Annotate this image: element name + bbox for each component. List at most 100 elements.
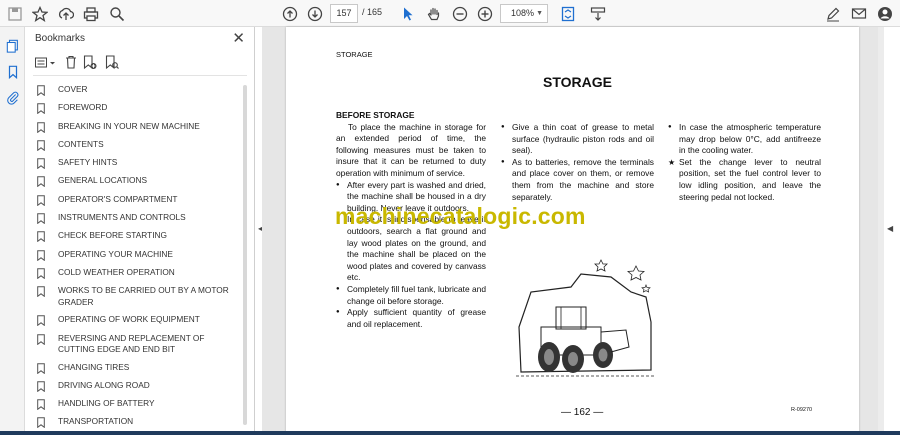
- comment-icon[interactable]: [849, 4, 869, 24]
- bookmark-item[interactable]: COLD WEATHER OPERATION: [37, 264, 242, 282]
- bookmark-icon: [37, 249, 45, 261]
- bookmark-icon: [37, 362, 45, 374]
- bookmark-icon: [37, 333, 45, 345]
- bookmark-icon: [37, 381, 45, 392]
- bookmark-item[interactable]: WORKS TO BE CARRIED OUT BY A MOTOR GRADE…: [37, 282, 242, 311]
- panel-title: Bookmarks: [35, 33, 86, 44]
- bookmark-icon: [37, 286, 45, 298]
- bookmark-icon: [37, 417, 45, 429]
- upload-icon[interactable]: [56, 4, 76, 24]
- bookmarks-panel-icon[interactable]: [4, 63, 21, 80]
- navigation-rail: [0, 27, 25, 435]
- bookmark-label: CONTENTS: [58, 138, 104, 149]
- bookmark-label: COLD WEATHER OPERATION: [58, 266, 175, 277]
- bookmark-item[interactable]: INSTRUMENTS AND CONTROLS: [37, 209, 242, 227]
- list-item: In case the atmospheric temperature may …: [668, 122, 821, 157]
- bookmark-label: OPERATING YOUR MACHINE: [58, 248, 173, 259]
- page-number-input[interactable]: 157: [330, 4, 358, 23]
- select-cursor-icon[interactable]: [398, 4, 418, 24]
- bookmark-item[interactable]: BREAKING IN YOUR NEW MACHINE: [37, 118, 242, 136]
- print-icon[interactable]: [81, 4, 101, 24]
- bookmark-item[interactable]: HANDLING OF BATTERY: [37, 395, 242, 413]
- machine-storage-illustration: [516, 259, 656, 377]
- bookmark-label: WORKS TO BE CARRIED OUT BY A MOTOR GRADE…: [58, 285, 229, 307]
- bookmark-item[interactable]: DRIVING ALONG ROAD: [37, 377, 242, 395]
- bookmarks-toolbar: [33, 54, 248, 72]
- subheading: BEFORE STORAGE: [336, 110, 415, 120]
- list-item: Give a thin coat of grease to metal surf…: [501, 122, 654, 157]
- top-toolbar: 157 / 165 108% ▼: [0, 0, 900, 27]
- zoom-value: 108%: [511, 8, 535, 18]
- save-icon[interactable]: [5, 4, 25, 24]
- scroll-mode-icon[interactable]: [588, 4, 608, 24]
- new-bookmark-icon[interactable]: [83, 55, 97, 70]
- star-note: ★ Set the change lever to neutral positi…: [668, 157, 821, 203]
- collapse-right-panel-icon[interactable]: ◀: [887, 224, 893, 233]
- page-up-icon[interactable]: [280, 4, 300, 24]
- bookmark-item[interactable]: FOREWORD: [37, 99, 242, 117]
- bookmark-label: INSTRUMENTS AND CONTROLS: [58, 212, 186, 223]
- bookmark-item[interactable]: OPERATING YOUR MACHINE: [37, 246, 242, 264]
- list-item: Apply sufficient quantity of grease and …: [336, 307, 486, 330]
- bookmarks-panel: Bookmarks ✕ COVER FOREWORD BREAKING IN YOU…: [25, 27, 255, 435]
- bookmark-icon: [37, 268, 45, 279]
- running-header: STORAGE: [336, 50, 373, 59]
- page-title: STORAGE: [543, 74, 612, 90]
- options-menu-icon[interactable]: [35, 57, 57, 69]
- figure-code: R-09270: [791, 407, 813, 413]
- watermark: machinecatalogic.com: [335, 203, 586, 229]
- bookmark-icon: [37, 158, 45, 170]
- bookmark-item[interactable]: SAFETY HINTS: [37, 154, 242, 172]
- bookmark-label: SAFETY HINTS: [58, 157, 118, 168]
- delete-icon[interactable]: [65, 55, 77, 69]
- page-thumbnails-icon[interactable]: [4, 37, 21, 54]
- bookmark-label: CHECK BEFORE STARTING: [58, 230, 167, 241]
- bookmark-icon: [37, 399, 45, 411]
- bookmark-item[interactable]: OPERATOR'S COMPARTMENT: [37, 191, 242, 209]
- bookmark-icon: [37, 103, 45, 115]
- bookmark-item[interactable]: TRANSPORTATION: [37, 413, 242, 431]
- bookmark-icon: [37, 176, 45, 188]
- bookmark-find-icon[interactable]: [105, 55, 119, 70]
- zoom-in-icon[interactable]: [475, 4, 495, 24]
- bookmark-icon: [37, 85, 45, 96]
- bookmark-item[interactable]: GENERAL LOCATIONS: [37, 172, 242, 190]
- page-number: — 162 —: [561, 407, 604, 418]
- zoom-out-icon[interactable]: [450, 4, 470, 24]
- list-item: As to batteries, remove the terminals an…: [501, 157, 654, 203]
- bookmark-label: FOREWORD: [58, 102, 108, 113]
- bookmark-icon: [37, 315, 45, 327]
- bookmarks-scrollbar[interactable]: [243, 85, 247, 425]
- document-page: STORAGE STORAGE BEFORE STORAGE To place …: [286, 27, 859, 435]
- bookmark-item[interactable]: COVER: [37, 81, 242, 99]
- bookmark-label: CHANGING TIRES: [58, 361, 130, 372]
- text-column-2: Give a thin coat of grease to metal surf…: [501, 122, 654, 203]
- bookmark-item[interactable]: CONTENTS: [37, 136, 242, 154]
- star-note-text: Set the change lever to neutral position…: [679, 156, 821, 202]
- zoom-search-icon[interactable]: [107, 4, 127, 24]
- intro-paragraph: To place the machine in storage for an e…: [336, 121, 486, 178]
- fit-page-icon[interactable]: [558, 4, 578, 24]
- star-icon: ★: [668, 157, 676, 167]
- attachments-icon[interactable]: [4, 89, 21, 106]
- bookmark-label: BREAKING IN YOUR NEW MACHINE: [58, 120, 200, 131]
- hand-tool-icon[interactable]: [424, 4, 444, 24]
- edit-sign-icon[interactable]: [823, 4, 843, 24]
- bookmark-icon: [37, 194, 45, 206]
- chevron-down-icon: ▼: [536, 10, 543, 17]
- bookmark-item[interactable]: CHANGING TIRES: [37, 359, 242, 377]
- bookmark-item[interactable]: REVERSING AND REPLACEMENT OF CUTTING EDG…: [37, 330, 242, 359]
- bookmark-item[interactable]: OPERATING OF WORK EQUIPMENT: [37, 311, 242, 329]
- bookmark-label: TRANSPORTATION: [58, 416, 134, 427]
- bookmark-label: OPERATOR'S COMPARTMENT: [58, 193, 178, 204]
- bookmark-item[interactable]: CHECK BEFORE STARTING: [37, 227, 242, 245]
- account-icon[interactable]: [875, 4, 895, 24]
- page-down-icon[interactable]: [305, 4, 325, 24]
- bookmark-star-icon[interactable]: [30, 4, 50, 24]
- bookmark-label: DRIVING ALONG ROAD: [58, 379, 150, 390]
- close-icon[interactable]: ✕: [232, 29, 245, 47]
- zoom-select[interactable]: 108% ▼: [500, 4, 548, 23]
- page-separator: /: [362, 7, 365, 17]
- bookmark-icon: [37, 140, 45, 151]
- document-scrollbar[interactable]: [878, 27, 884, 435]
